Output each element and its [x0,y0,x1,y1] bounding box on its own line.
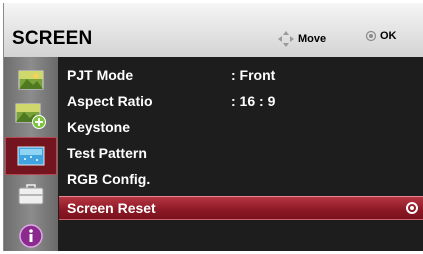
sidebar-item-picture-advanced[interactable] [9,103,53,129]
menu-item-keystone[interactable]: Keystone [59,115,423,141]
sidebar-item-option[interactable] [9,182,53,208]
menu-item-screen-reset[interactable]: Screen Reset [59,196,423,220]
move-hint-label: Move [298,33,327,45]
ok-button-icon [365,30,377,42]
picture-plus-icon [15,103,46,129]
menu-item-test-pattern[interactable]: Test Pattern [59,141,423,167]
osd-menu: SCREEN Move OK PJT Mode: Front Aspect R… [3,3,423,251]
page-title: SCREEN [12,28,93,49]
menu-item-label: Aspect Ratio [67,93,153,109]
sidebar-item-screen[interactable] [5,137,57,175]
category-sidebar [4,57,58,251]
menu-header: SCREEN Move OK [4,3,423,57]
menu-item-label: PJT Mode [67,67,134,83]
sidebar-item-picture[interactable] [9,67,53,93]
briefcase-icon [18,184,44,205]
move-arrows-icon [278,31,294,47]
menu-item-value: : Front [231,67,276,83]
menu-item-value: : 16 : 9 [231,93,276,109]
menu-item-rgb-config[interactable]: RGB Config. [59,167,423,193]
sidebar-item-information[interactable] [9,223,53,249]
ok-select-icon [406,202,418,214]
menu-item-pjt-mode[interactable]: PJT Mode : Front [59,63,423,89]
menu-item-aspect-ratio[interactable]: Aspect Ratio : 16 : 9 [59,89,423,115]
menu-item-label: Test Pattern [67,145,147,161]
info-icon [19,224,43,248]
picture-icon [18,70,44,90]
screen-icon [17,146,45,166]
menu-item-label: Screen Reset [67,200,156,216]
move-hint: Move [277,30,326,48]
menu-item-label: RGB Config. [67,171,151,187]
ok-hint-label: OK [380,30,397,42]
ok-hint: OK [365,30,397,42]
menu-item-label: Keystone [67,119,131,135]
